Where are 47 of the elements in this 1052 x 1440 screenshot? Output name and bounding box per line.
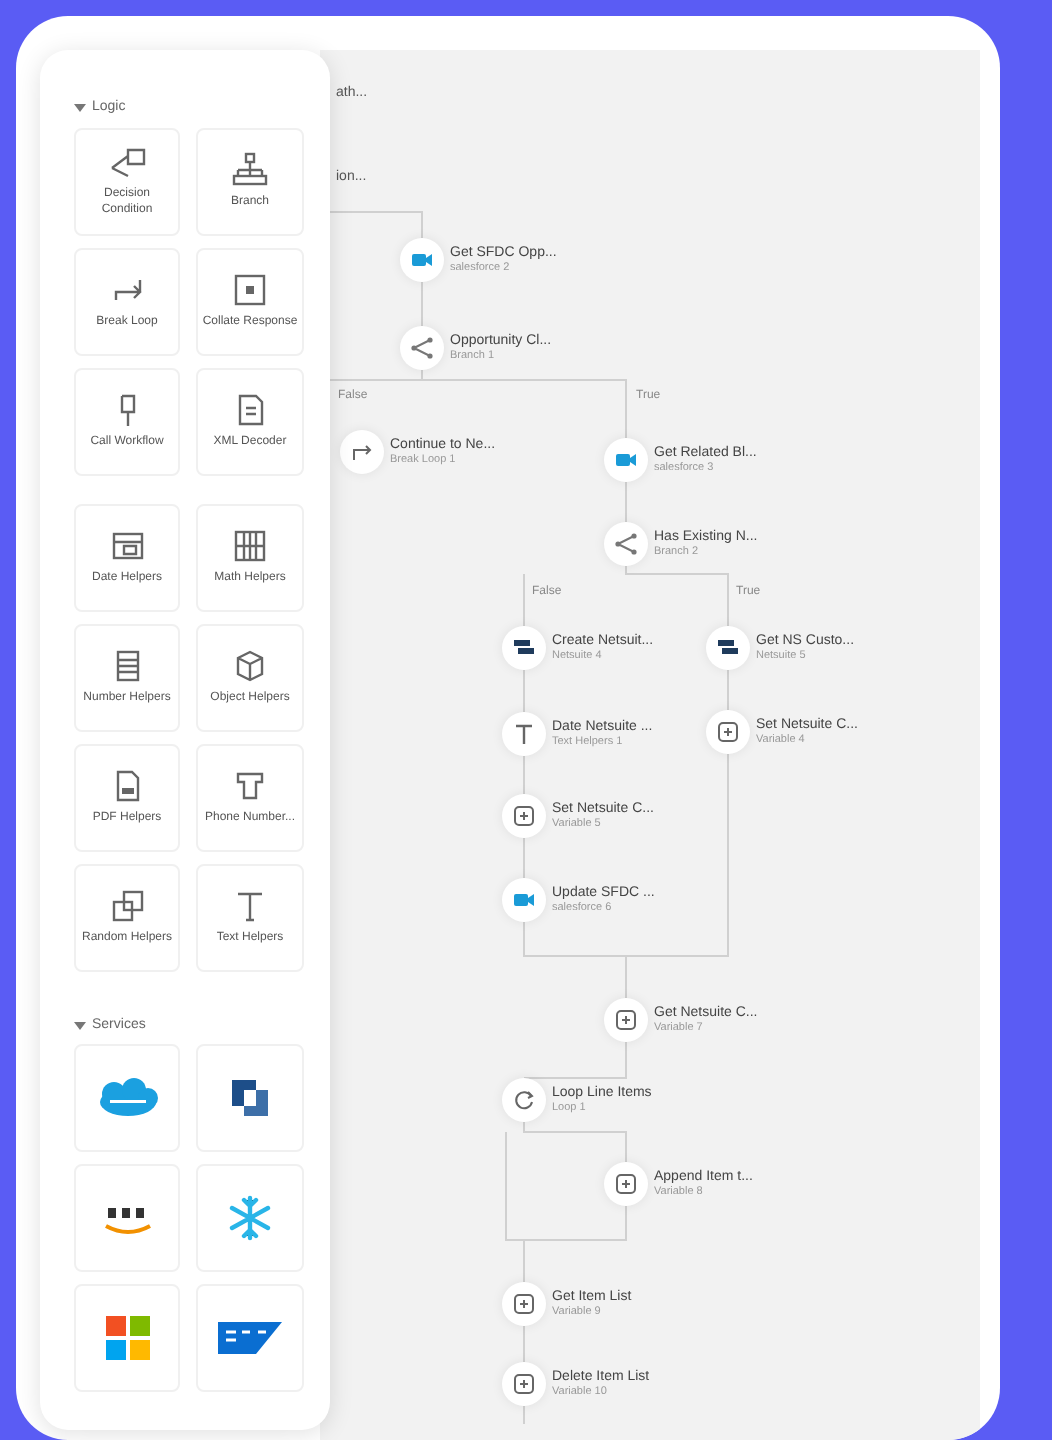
- connector-line: [523, 573, 525, 627]
- loop-icon[interactable]: [502, 1078, 546, 1122]
- hierarchy-icon: [232, 151, 268, 188]
- service-tile[interactable]: [74, 1284, 180, 1392]
- share-icon[interactable]: [604, 522, 648, 566]
- four-squares-logo-icon: [103, 1314, 151, 1362]
- phone-icon: [232, 767, 268, 804]
- grid-icon: [232, 527, 268, 564]
- connector-line: [523, 1041, 627, 1079]
- connector-line: [727, 669, 729, 711]
- cube-icon: [232, 647, 268, 684]
- variable-icon[interactable]: [604, 1162, 648, 1206]
- framed-box-icon: [232, 271, 268, 308]
- connector-line: [523, 1405, 525, 1425]
- camera-icon[interactable]: [604, 438, 648, 482]
- connector-line: [523, 755, 525, 795]
- stack-icon[interactable]: [502, 626, 546, 670]
- variable-icon[interactable]: [604, 998, 648, 1042]
- connector-line: [625, 565, 729, 627]
- calendar-icon: [109, 527, 145, 564]
- text-icon: [232, 887, 268, 924]
- variable-icon[interactable]: [502, 1282, 546, 1326]
- banner-logo-icon: [216, 1318, 284, 1358]
- variable-icon[interactable]: [706, 710, 750, 754]
- connector-line: [523, 669, 525, 713]
- connector-line: [421, 281, 423, 327]
- service-tile[interactable]: [74, 1044, 180, 1152]
- service-tile[interactable]: [196, 1164, 304, 1272]
- connector-line: [625, 481, 627, 523]
- stacked-squares-icon: [109, 887, 145, 924]
- caret-icon[interactable]: [74, 102, 86, 115]
- connector-line: [329, 211, 423, 239]
- service-tile[interactable]: [196, 1044, 304, 1152]
- service-tile[interactable]: [196, 1284, 304, 1392]
- camera-icon[interactable]: [502, 878, 546, 922]
- caret-icon[interactable]: [74, 1019, 86, 1032]
- snowflake-icon: [226, 1194, 274, 1242]
- n-logo-icon: [228, 1074, 272, 1122]
- variable-icon[interactable]: [502, 1362, 546, 1406]
- text-icon[interactable]: [502, 712, 546, 756]
- variable-icon[interactable]: [502, 794, 546, 838]
- camera-icon[interactable]: [400, 238, 444, 282]
- connector-line: [523, 837, 525, 879]
- connector-line: [523, 1325, 525, 1363]
- stack-icon[interactable]: [706, 626, 750, 670]
- share-icon[interactable]: [400, 326, 444, 370]
- service-tile[interactable]: [74, 1164, 180, 1272]
